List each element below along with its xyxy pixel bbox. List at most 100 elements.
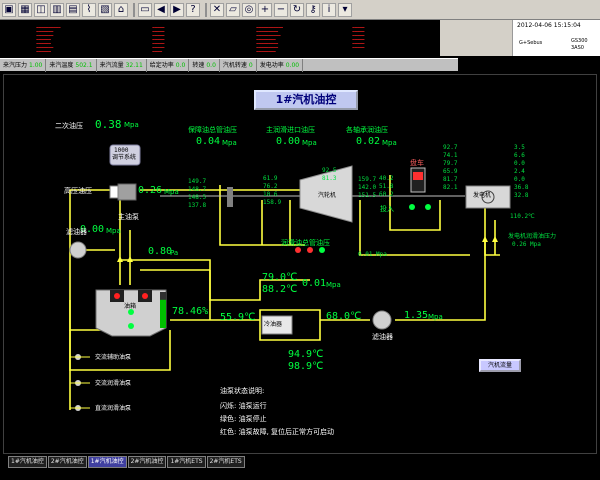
ac-pump-1-label[interactable]: 交流辅助油泵 (95, 354, 131, 362)
bearing-temp-value: 92.7 (443, 144, 458, 151)
lube-header-value: 0.04 (196, 136, 221, 147)
bearing-temp-value: 60.2 (379, 191, 394, 198)
second-filter-unit: Mpa (428, 313, 443, 321)
bearing-temp-value: 81.7 (443, 176, 458, 183)
second-filter-pressure: 1.35 (404, 310, 429, 321)
speed-reg-label: 调节系统 (112, 154, 137, 161)
filter-unit: Pa (170, 249, 179, 257)
generator-temp: 110.2℃ (510, 213, 535, 220)
bearing-oil-unit: Mpa (382, 139, 397, 147)
bearing-temp-value: 0.0 (514, 176, 525, 183)
bearing-temp-value: 79.7 (443, 160, 458, 167)
bearing-temp-value: 65.9 (443, 168, 458, 175)
bearing-temp-value: 2.4 (514, 168, 525, 175)
bearing-temp-value: 148.5 (188, 194, 207, 201)
oil-temp-in-2: 88.2℃ (262, 284, 298, 295)
cooler-pressure-unit: Mpa (326, 281, 341, 289)
tank-label: 油箱 (124, 303, 137, 310)
second-filter-icon (372, 310, 392, 330)
bearing-temp-value: 32.8 (514, 192, 529, 199)
generator-oil-label: 发电机润滑油压力 (508, 233, 557, 240)
oil-temp-left: 55.9℃ (220, 312, 256, 323)
generator-label: 发电机 (473, 192, 492, 199)
bearing-temp-value: 151.5 (358, 192, 377, 199)
bearing-temp-value: 92.5 (322, 167, 337, 174)
filter-value: 0.80 (148, 246, 173, 257)
tank-level-bar (160, 299, 166, 328)
tab-2[interactable]: 2#汽机油控 (47, 456, 87, 468)
lube-header-pressure-label: 润滑油总管油压 (281, 239, 330, 247)
secondary-oil-label: 二次油压 (55, 122, 83, 130)
hmi-screen: ▣ ▦ ◫ ▥ ▤ ⌇ ▧ ⌂ ▭ ◀ ▶? ✕ ▱ ◎ + − ↻ ⚷ i ▾ ━━━━━━━━━━ ━━━━━━━… (0, 0, 600, 480)
bearing-temp-value: 158.9 (263, 199, 282, 206)
bearing-temp-value: 149.7 (188, 178, 207, 185)
screen-tabs: 1#汽机油控 2#汽机油控 1#汽机油控 2#汽机油控 1#汽机ETS 2#汽机ETS (8, 456, 246, 468)
bearing-temp-value: 3.5 (514, 144, 525, 151)
pipe-lube-header (359, 200, 470, 256)
tank-level-value: 78.46% (172, 306, 209, 317)
oil-temp-right: 68.0℃ (326, 311, 362, 322)
hp-oil-unit: Mpa (164, 188, 179, 196)
page-title: 1#汽机油控 (254, 90, 358, 110)
main-pump-icon (117, 183, 137, 201)
secondary-oil-value: 0.38 (95, 118, 122, 131)
second-filter-label: 滤油器 (372, 333, 393, 341)
secondary-oil-unit: Mpa (124, 121, 139, 129)
tab-6[interactable]: 2#汽机ETS (206, 456, 245, 468)
turning-gear-dot-2 (425, 204, 431, 210)
tab-3[interactable]: 1#汽机油控 (87, 456, 127, 468)
turning-gear-dot-1 (409, 204, 415, 210)
bearing-temp-value: 61.9 (263, 175, 278, 182)
bearing-temp-value: 0.0 (514, 160, 525, 167)
bearing-temp-value: 10.6 (263, 191, 278, 198)
legend-line-3: 红色: 油泵故障, 复位后正常方可启动 (220, 428, 335, 436)
main-lube-label: 主润滑进口油压 (266, 126, 315, 134)
bearing-temp-value: 137.8 (188, 202, 207, 209)
filter-label: 滤油器 (66, 228, 87, 236)
tab-5[interactable]: 1#汽机ETS (167, 456, 206, 468)
hp-oil-label: 高压油压 (64, 187, 92, 195)
bearing-temp-value: 51.8 (379, 183, 394, 190)
tab-1[interactable]: 1#汽机油控 (8, 456, 47, 468)
turbine-label: 汽轮机 (318, 192, 337, 199)
bearing-temp-value: 159.7 (358, 176, 377, 183)
lube-header-label: 保障油总管油压 (188, 126, 237, 134)
main-lube-value: 0.00 (276, 136, 301, 147)
generator-oil-value: 0.26 (512, 241, 527, 248)
main-pump-label: 主油泵 (118, 213, 139, 221)
legend-title: 油泵状态说明: (220, 387, 265, 395)
bearing-temp-value: 148.7 (188, 186, 207, 193)
bearing-temp-value: 40.2 (379, 175, 394, 182)
bearing-temp-value: 36.8 (514, 184, 529, 191)
tab-4[interactable]: 2#汽机油控 (127, 456, 167, 468)
bearing-temp-value: 142.0 (358, 184, 377, 191)
coupling-icon (227, 187, 233, 207)
pipe-filter-up (395, 240, 486, 321)
cooler-pressure: 0.01 (302, 278, 327, 289)
turning-gear-in: 投入 (380, 205, 394, 213)
legend-line-1: 闪烁: 油泵运行 (220, 402, 267, 410)
oil-temp-out-2: 98.9℃ (288, 361, 324, 372)
main-lube-unit: Mpa (302, 139, 317, 147)
lube-header-unit: Mpa (222, 139, 237, 147)
dc-pump-label[interactable]: 直流润滑油泵 (95, 405, 131, 413)
steam-flow-button[interactable]: 汽机流量 (479, 359, 521, 372)
generator-oil-unit: Mpa (530, 241, 541, 248)
main-pump-unit: Mpa (106, 227, 121, 235)
hp-oil-value: 0.26 (138, 185, 163, 196)
bearing-temp-value: 74.1 (443, 152, 458, 159)
bearing-temp-value: 76.2 (263, 183, 278, 190)
turning-gear-label: 盘车 (410, 159, 424, 167)
legend-line-2: 绿色: 油泵停止 (220, 415, 267, 423)
bearing-temp-value: 82.1 (443, 184, 458, 191)
bearing-temp-value: 6.6 (514, 152, 525, 159)
bearing-oil-label: 各轴承润油压 (346, 126, 388, 134)
bearing-temp-value: 81.3 (322, 175, 337, 182)
ac-pump-2-label[interactable]: 交流润滑油泵 (95, 380, 131, 388)
cooler-label: 冷油器 (264, 321, 283, 328)
bearing-oil-value: 0.02 (356, 136, 381, 147)
oil-temp-out-1: 94.9℃ (288, 349, 324, 360)
lube-small-unit: Mpa (376, 251, 387, 258)
lube-small-value: 0.01 (358, 251, 373, 258)
oil-temp-in-1: 79.0℃ (262, 272, 298, 283)
